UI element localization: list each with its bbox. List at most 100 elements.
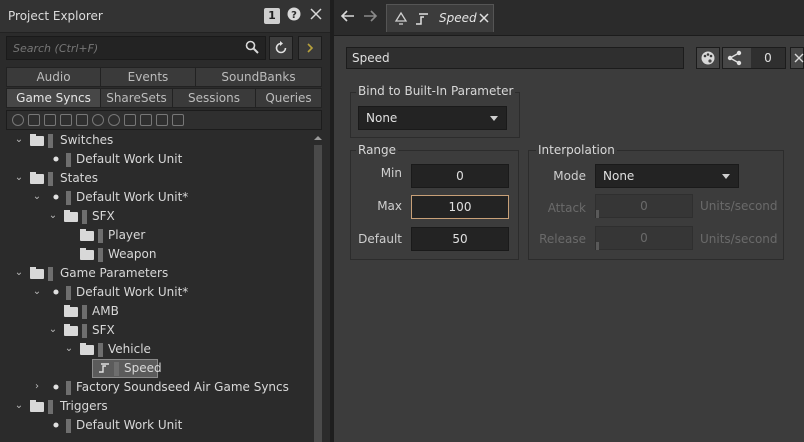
tree-item-label: Player [108,228,146,242]
tab-sharesets[interactable]: ShareSets [100,88,173,108]
default-input[interactable]: 50 [411,227,509,251]
default-label: Default [358,232,402,246]
tree-item-label: SFX [92,209,115,223]
chevron-down-icon[interactable]: ⌄ [14,134,24,146]
forward-arrow-icon[interactable] [362,8,378,26]
chevron-down-icon[interactable]: ⌄ [14,400,24,412]
attack-units: Units/second [700,199,778,213]
argument-tool-icon[interactable] [156,114,168,126]
more-button[interactable] [790,47,804,69]
share-count: 0 [751,48,785,68]
tree-item-vehicle[interactable]: ⌄ Vehicle [6,340,312,359]
trigger-tool-icon[interactable] [140,114,152,126]
tab-events[interactable]: Events [100,67,196,87]
tree-item-states[interactable]: ⌄ States [6,169,312,188]
tree-item-default-work-unit-triggers[interactable]: ⚫ Default Work Unit [6,416,312,435]
object-name-field[interactable]: Speed [346,47,684,69]
scroll-up-icon[interactable] [312,132,324,144]
project-explorer-panel: Project Explorer 1 ? Audio Events SoundB… [0,0,330,442]
tree-item-speed[interactable]: Speed [6,359,312,378]
color-bar [82,210,87,224]
scrollbar-thumb[interactable] [314,145,322,442]
tree-item-triggers[interactable]: ⌄ Triggers [6,397,312,416]
folder-tool-icon[interactable] [28,114,40,126]
tab-speed[interactable]: Speed [386,4,494,32]
tree-item-factory-soundseed[interactable]: › ⚫ Factory Soundseed Air Game Syncs [6,378,312,397]
tree-item-label: Weapon [108,247,157,261]
color-palette-button[interactable] [696,47,720,69]
tab-soundbanks[interactable]: SoundBanks [195,67,322,87]
tree-scrollbar[interactable] [312,131,324,442]
layout-badge[interactable]: 1 [264,8,280,24]
virtual-folder-tool-icon[interactable] [44,114,56,126]
close-tab-icon[interactable] [479,10,489,26]
tree-item-default-work-unit[interactable]: ⚫ Default Work Unit [6,150,312,169]
tree-item-label: Default Work Unit* [76,190,189,204]
switch-tool-icon[interactable] [92,114,104,126]
explorer-tabs: Audio Events SoundBanks Game Syncs Share… [6,67,322,109]
share-button[interactable]: 0 [722,47,786,69]
sync-button[interactable] [269,36,293,60]
tree-item-amb[interactable]: AMB [6,302,312,321]
chevron-down-icon[interactable]: ⌄ [14,172,24,184]
chevron-down-icon[interactable]: ⌄ [32,286,42,298]
tree-item-switches[interactable]: ⌄ Switches [6,131,312,150]
tree-item-weapon[interactable]: Weapon [6,245,312,264]
search-icon[interactable] [245,40,259,56]
color-bar [98,229,103,243]
bind-builtin-title: Bind to Built-In Parameter [356,84,516,98]
release-input[interactable]: 0 [595,226,693,250]
release-units: Units/second [700,232,778,246]
svg-text:?: ? [291,10,297,21]
color-bar [66,381,71,395]
attack-input[interactable]: 0 [595,194,693,218]
tree-item-label: Default Work Unit [76,152,183,166]
min-input[interactable]: 0 [411,164,509,188]
tree-item-default-work-unit-gp[interactable]: ⌄ ⚫ Default Work Unit* [6,283,312,302]
chevron-down-icon[interactable]: ⌄ [32,191,42,203]
sort-tool-icon[interactable] [172,114,184,126]
tree-item-sfx-gp[interactable]: ⌄ SFX [6,321,312,340]
color-bar [66,153,71,167]
chevron-down-icon[interactable]: ⌄ [14,267,24,279]
close-icon[interactable] [308,7,324,25]
tab-audio[interactable]: Audio [6,67,101,87]
back-arrow-icon[interactable] [340,8,356,26]
work-unit-icon: ⚫ [51,381,61,394]
color-bar [48,267,53,281]
max-input[interactable]: 100 [411,195,509,219]
work-unit-tool-icon[interactable] [12,114,24,126]
folder-icon [80,229,94,241]
color-bar [66,419,71,433]
expand-arrow-button[interactable] [298,36,322,60]
tree-item-default-work-unit-states[interactable]: ⌄ ⚫ Default Work Unit* [6,188,312,207]
tree-item-player[interactable]: Player [6,226,312,245]
chevron-down-icon[interactable]: ⌄ [64,343,74,355]
switch-group-tool-icon[interactable] [60,114,72,126]
help-icon[interactable]: ? [286,7,302,25]
share-icon [727,50,742,66]
tree-item-label: States [60,171,99,185]
state-group-tool-icon[interactable] [76,114,88,126]
search-input[interactable] [6,36,266,60]
tab-queries[interactable]: Queries [255,88,322,108]
interpolation-mode-select[interactable]: None [595,164,739,188]
property-editor-panel: Speed Speed 0 Bind to Built-In Parameter… [334,0,804,442]
tree-item-sfx-states[interactable]: ⌄ SFX [6,207,312,226]
chevron-down-icon[interactable]: ⌄ [48,324,58,336]
color-bar [66,286,71,300]
tab-game-syncs[interactable]: Game Syncs [6,88,101,108]
max-label: Max [377,199,402,213]
release-slider-handle[interactable] [596,242,599,250]
builtin-parameter-select[interactable]: None [358,106,507,130]
chevron-down-icon[interactable]: ⌄ [48,210,58,222]
color-bar [66,191,71,205]
work-unit-icon: ⚫ [51,191,61,204]
chevron-right-icon[interactable]: › [32,381,42,393]
tree-item-game-parameters[interactable]: ⌄ Game Parameters [6,264,312,283]
tab-sessions[interactable]: Sessions [172,88,256,108]
attack-slider-handle[interactable] [596,210,599,218]
tree-item-label: Vehicle [108,342,151,356]
state-tool-icon[interactable] [108,114,120,126]
game-parameter-tool-icon[interactable] [124,114,136,126]
